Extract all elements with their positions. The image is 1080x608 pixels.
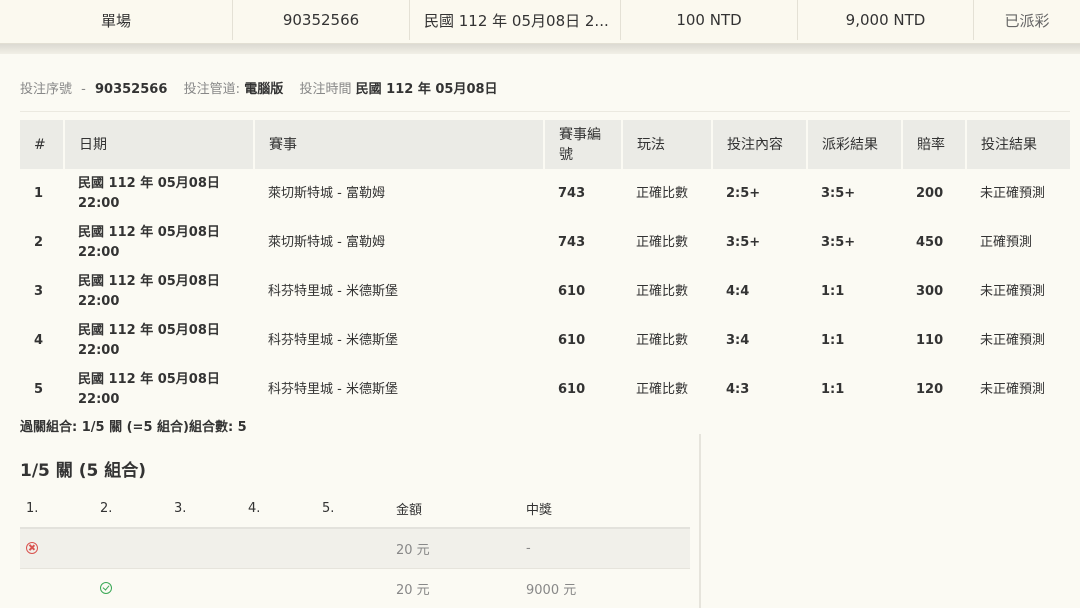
col-header-pick: 投注內容 (712, 120, 808, 169)
row-date: 民國 112 年 05月08日 22:00 (78, 175, 220, 211)
row-result: 3:5+ (821, 185, 856, 201)
col-header-match: 賽事 (254, 120, 545, 169)
row-outcome: 未正確預測 (980, 332, 1046, 348)
row-event-no: 610 (558, 283, 586, 299)
summary-status: 已派彩 (1004, 11, 1050, 30)
col-header-result: 派彩結果 (807, 120, 903, 169)
row-index: 2 (34, 234, 44, 250)
row-result: 3:5+ (821, 234, 856, 250)
bets-table: # 日期 賽事 賽事編號 玩法 投注內容 派彩結果 賠率 投注結果 1 民國 1… (20, 120, 1070, 414)
serial-separator: - (81, 82, 86, 97)
summary-bet-type: 單場 (0, 0, 233, 40)
combo-col-4: 4. (242, 490, 316, 529)
row-play: 正確比數 (636, 185, 689, 201)
check-circle-icon (100, 582, 112, 594)
row-event-no: 743 (558, 185, 586, 201)
combo-header-row: 1. 2. 3. 4. 5. 金額 中獎 (20, 490, 690, 529)
row-date: 民國 112 年 05月08日 22:00 (78, 322, 220, 358)
combo-summary: 過關組合: 1/5 關 (=5 組合)組合數: 5 (20, 420, 247, 435)
col-header-outcome: 投注結果 (981, 136, 1037, 153)
row-odds: 120 (916, 381, 944, 397)
row-play: 正確比數 (636, 381, 689, 397)
combo-row: 20 元 9000 元 (20, 568, 690, 608)
row-index: 1 (34, 185, 44, 201)
row-play: 正確比數 (636, 332, 689, 348)
row-event-no: 610 (558, 381, 586, 397)
row-event-no: 743 (558, 234, 586, 250)
row-result: 1:1 (821, 381, 845, 397)
col-header-play: 玩法 (622, 120, 713, 169)
row-index: 5 (34, 381, 44, 397)
row-match: 科芬特里城 - 米德斯堡 (268, 283, 398, 299)
row-pick: 4:4 (726, 283, 750, 299)
row-index: 3 (34, 283, 44, 299)
bet-meta: 投注序號 - 90352566 投注管道: 電腦版 投注時間 民國 112 年 … (20, 78, 1070, 112)
col-header-index: # (20, 120, 65, 169)
serial-value: 90352566 (95, 82, 168, 97)
row-pick: 3:4 (726, 332, 750, 348)
table-row: 5 民國 112 年 05月08日 22:00 科芬特里城 - 米德斯堡 610 … (20, 365, 1070, 414)
col-header-event-no: 賽事編號 (544, 120, 623, 169)
row-event-no: 610 (558, 332, 586, 348)
row-pick: 3:5+ (726, 234, 761, 250)
summary-time: 民國 112 年 05月08日 2... (410, 0, 621, 40)
row-date: 民國 112 年 05月08日 22:00 (78, 273, 220, 309)
row-pick: 4:3 (726, 381, 750, 397)
summary-divider (0, 44, 1080, 54)
row-match: 萊切斯特城 - 富勒姆 (268, 234, 385, 250)
table-row: 2 民國 112 年 05月08日 22:00 萊切斯特城 - 富勒姆 743 正… (20, 218, 1070, 267)
row-result: 1:1 (821, 332, 845, 348)
combo-col-3: 3. (168, 490, 242, 529)
row-index: 4 (34, 332, 44, 348)
bet-summary-row[interactable]: 單場 90352566 民國 112 年 05月08日 2... 100 NTD… (0, 0, 1080, 44)
row-odds: 300 (916, 283, 944, 299)
row-match: 科芬特里城 - 米德斯堡 (268, 332, 398, 348)
combo-prize: 9000 元 (520, 568, 690, 608)
combo-prize: - (520, 528, 690, 569)
summary-stake: 100 NTD (621, 0, 798, 40)
x-circle-icon (26, 542, 38, 555)
channel-label: 投注管道: (183, 82, 241, 97)
table-row: 1 民國 112 年 05月08日 22:00 萊切斯特城 - 富勒姆 743 正… (20, 169, 1070, 218)
serial-label: 投注序號 (20, 82, 73, 97)
table-header-row: # 日期 賽事 賽事編號 玩法 投注內容 派彩結果 賠率 投注結果 (20, 120, 1070, 169)
table-row: 4 民國 112 年 05月08日 22:00 科芬特里城 - 米德斯堡 610 … (20, 316, 1070, 365)
time-value: 民國 112 年 05月08日 (355, 82, 498, 97)
combo-col-5: 5. (316, 490, 390, 529)
combo-col-prize: 中獎 (520, 490, 690, 529)
channel-value: 電腦版 (244, 82, 284, 97)
combo-title: 1/5 關 (5 組合) (20, 461, 146, 481)
row-date: 民國 112 年 05月08日 22:00 (78, 371, 220, 407)
combo-table: 1. 2. 3. 4. 5. 金額 中獎 20 元 - 20 元 9000 元 (20, 490, 690, 608)
col-header-date: 日期 (64, 120, 255, 169)
row-pick: 2:5+ (726, 185, 761, 201)
row-match: 萊切斯特城 - 富勒姆 (268, 185, 385, 201)
row-play: 正確比數 (636, 234, 689, 250)
combo-amount: 20 元 (390, 568, 520, 608)
combo-col-1: 1. (20, 490, 94, 529)
combo-row: 20 元 - (20, 528, 690, 569)
row-odds: 450 (916, 234, 944, 250)
row-match: 科芬特里城 - 米德斯堡 (268, 381, 398, 397)
row-odds: 200 (916, 185, 944, 201)
row-outcome: 未正確預測 (980, 283, 1046, 299)
row-result: 1:1 (821, 283, 845, 299)
summary-serial: 90352566 (233, 0, 410, 40)
row-date: 民國 112 年 05月08日 22:00 (78, 224, 220, 260)
combo-col-amount: 金額 (390, 490, 520, 529)
row-outcome: 正確預測 (980, 234, 1033, 250)
row-outcome: 未正確預測 (980, 185, 1046, 201)
bet-detail-panel: 投注序號 - 90352566 投注管道: 電腦版 投注時間 民國 112 年 … (0, 54, 1080, 608)
row-odds: 110 (916, 332, 944, 348)
col-header-odds: 賠率 (902, 120, 967, 169)
time-label: 投注時間 (299, 82, 352, 97)
table-row: 3 民國 112 年 05月08日 22:00 科芬特里城 - 米德斯堡 610 … (20, 267, 1070, 316)
row-outcome: 未正確預測 (980, 381, 1046, 397)
row-play: 正確比數 (636, 283, 689, 299)
combo-panel: 1/5 關 (5 組合) 1. 2. 3. 4. 5. 金額 中獎 20 元 -… (0, 434, 701, 608)
combo-col-2: 2. (94, 490, 168, 529)
combo-amount: 20 元 (390, 528, 520, 569)
summary-payout: 9,000 NTD (798, 0, 974, 40)
